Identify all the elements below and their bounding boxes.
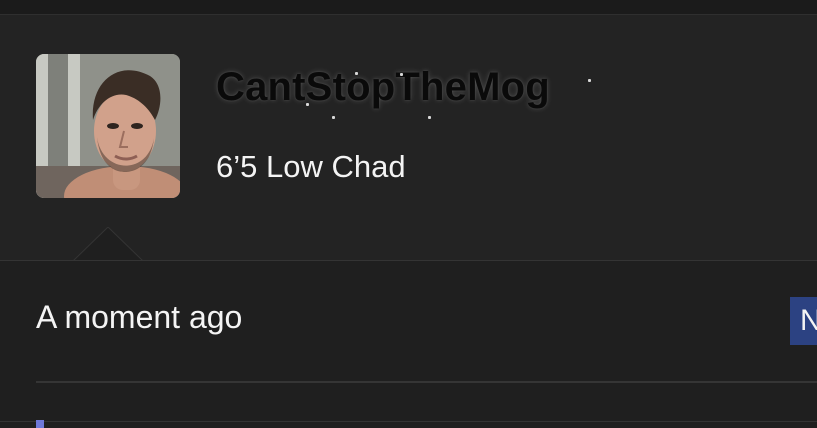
username-sparkle <box>428 116 431 119</box>
username-sparkle <box>306 103 309 106</box>
avatar-photo-icon <box>36 54 180 198</box>
profile-subtitle: 6’5 Low Chad <box>216 149 406 184</box>
username-sparkle <box>588 79 591 82</box>
post-area: A moment ago N <box>0 261 817 428</box>
post-timestamp: A moment ago <box>36 299 243 335</box>
profile-header: CantStopTheMog 6’5 Low Chad <box>0 15 817 260</box>
username-sparkle <box>355 72 358 75</box>
top-strip <box>0 0 817 15</box>
post-divider-secondary <box>0 421 817 422</box>
accent-marker <box>36 420 44 428</box>
post-divider <box>36 381 817 383</box>
new-badge-label: N <box>800 304 817 337</box>
username-sparkle <box>332 116 335 119</box>
new-badge[interactable]: N <box>790 297 817 345</box>
profile-username[interactable]: CantStopTheMog <box>216 65 550 110</box>
profile-avatar[interactable] <box>36 54 180 198</box>
username-sparkle <box>400 73 403 76</box>
